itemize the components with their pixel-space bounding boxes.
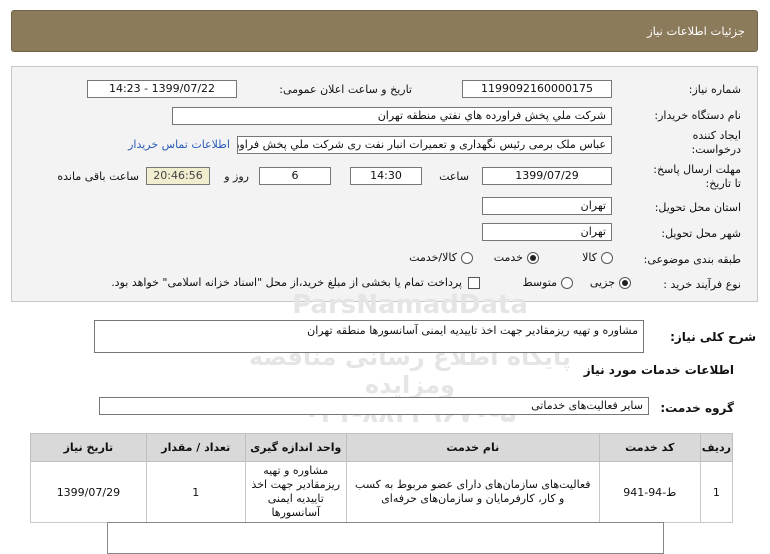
creator-label: ایجاد کننده bbox=[692, 129, 741, 142]
header-unit: واحد اندازه گیری bbox=[244, 433, 347, 462]
purchase-option-medium: متوسط bbox=[522, 276, 557, 289]
purchase-option-minor: جزیی bbox=[589, 276, 615, 289]
need-number-label: شماره نیاز: bbox=[688, 83, 741, 96]
table-row[interactable]: 1 ط-94-941 فعالیت‌های سازمان‌های دارای ع… bbox=[30, 461, 734, 523]
need-number-field[interactable]: 1199092160000175 bbox=[462, 80, 612, 98]
header-service-name: نام خدمت bbox=[345, 433, 600, 462]
cell-unit: مشاوره و تهیه ریزمقادیر جهت اخذ تاییدیه … bbox=[244, 461, 347, 523]
table-header-row: ردیف کد خدمت نام خدمت واحد اندازه گیری ت… bbox=[30, 433, 734, 462]
buyer-label: نام دستگاه خریدار: bbox=[654, 109, 741, 122]
city-field[interactable]: تهران bbox=[482, 223, 612, 241]
header-quantity: تعداد / مقدار bbox=[145, 433, 246, 462]
description-field[interactable]: مشاوره و تهیه ریزمقادیر جهت اخذ تاییدیه … bbox=[94, 320, 644, 353]
category-option-goods: کالا bbox=[582, 251, 597, 264]
announce-field[interactable]: 1399/07/22 - 14:23 bbox=[87, 80, 237, 98]
category-radio-goods[interactable] bbox=[601, 252, 613, 264]
description-label: شرح کلی نیاز: bbox=[670, 330, 756, 344]
service-group-field[interactable]: سایر فعالیت‌های خدماتی bbox=[99, 397, 649, 415]
category-radio-service[interactable] bbox=[527, 252, 539, 264]
deadline-time-label: ساعت bbox=[439, 170, 469, 183]
services-heading: اطلاعات خدمات مورد نیاز bbox=[583, 363, 734, 377]
remaining-timer: 20:46:56 bbox=[146, 167, 210, 185]
services-table: ردیف کد خدمت نام خدمت واحد اندازه گیری ت… bbox=[30, 433, 734, 523]
bottom-textbox[interactable] bbox=[107, 522, 664, 554]
province-label: استان محل تحویل: bbox=[654, 201, 741, 214]
deadline-date-field[interactable]: 1399/07/29 bbox=[482, 167, 612, 185]
creator-label-2: درخواست: bbox=[691, 143, 741, 156]
purchase-type-label: نوع فرآیند خرید : bbox=[663, 278, 741, 291]
announce-label: تاریخ و ساعت اعلان عمومی: bbox=[279, 83, 412, 96]
purchase-radio-minor[interactable] bbox=[619, 277, 631, 289]
creator-field[interactable]: عباس ملک برمی رئیس نگهداری و تعمیرات انب… bbox=[237, 136, 612, 154]
page-title: جزئیات اطلاعات نیاز bbox=[647, 24, 745, 38]
days-field[interactable]: 6 bbox=[259, 167, 331, 185]
header-row-number: ردیف bbox=[699, 433, 734, 462]
city-label: شهر محل تحویل: bbox=[661, 227, 741, 240]
cell-quantity: 1 bbox=[145, 461, 246, 523]
header-need-date: تاریخ نیاز bbox=[30, 433, 147, 462]
remaining-label: ساعت باقی مانده bbox=[57, 170, 139, 183]
details-panel: شماره نیاز: 1199092160000175 تاریخ و ساع… bbox=[11, 66, 758, 302]
treasury-checkbox[interactable] bbox=[468, 277, 480, 289]
category-option-service: خدمت bbox=[493, 251, 523, 264]
page-header: جزئیات اطلاعات نیاز bbox=[11, 10, 758, 52]
deadline-label-2: تا تاریخ: bbox=[705, 177, 741, 190]
days-label: روز و bbox=[224, 170, 249, 183]
province-field[interactable]: تهران bbox=[482, 197, 612, 215]
header-service-code: کد خدمت bbox=[598, 433, 701, 462]
service-group-label: گروه خدمت: bbox=[660, 401, 734, 415]
cell-service-code: ط-94-941 bbox=[598, 461, 701, 523]
treasury-text: پرداخت تمام یا بخشی از مبلغ خرید،از محل … bbox=[111, 276, 462, 289]
cell-need-date: 1399/07/29 bbox=[30, 461, 147, 523]
purchase-radio-medium[interactable] bbox=[561, 277, 573, 289]
cell-service-name: فعالیت‌های سازمان‌های دارای عضو مربوط به… bbox=[345, 461, 600, 523]
category-radio-both[interactable] bbox=[461, 252, 473, 264]
deadline-time-field[interactable]: 14:30 bbox=[350, 167, 422, 185]
deadline-label: مهلت ارسال پاسخ: bbox=[653, 163, 741, 176]
category-label: طبقه بندی موضوعی: bbox=[643, 253, 741, 266]
buyer-contact-link[interactable]: اطلاعات تماس خریدار bbox=[128, 138, 230, 151]
buyer-field[interactable]: شرکت ملي پخش فراورده هاي نفتي منطقه تهرا… bbox=[172, 107, 612, 125]
cell-row-number: 1 bbox=[699, 461, 734, 523]
category-option-both: کالا/خدمت bbox=[409, 251, 457, 264]
